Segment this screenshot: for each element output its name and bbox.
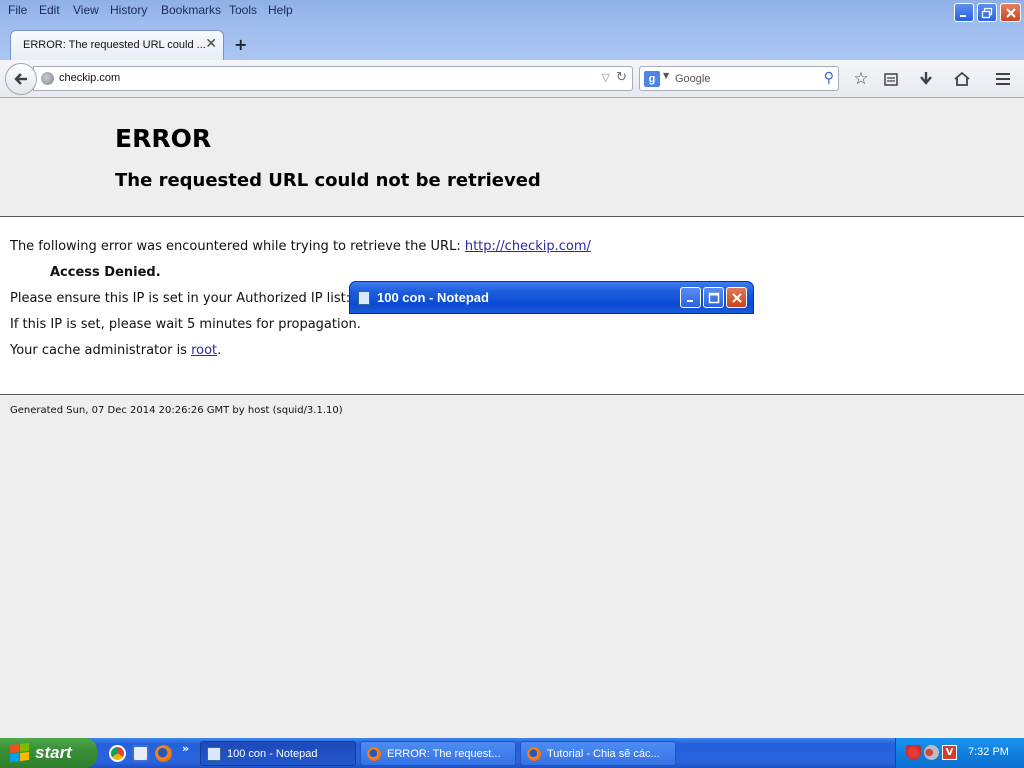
- page-content: ERROR The requested URL could not be ret…: [0, 98, 1024, 738]
- clipboard-icon: [884, 73, 898, 86]
- app-launcher-icon[interactable]: [132, 745, 149, 762]
- start-label: start: [35, 743, 72, 762]
- back-button[interactable]: [5, 63, 37, 95]
- house-icon: [954, 71, 970, 86]
- browser-chrome: File Edit View History Bookmarks Tools H…: [0, 0, 1024, 98]
- access-denied-text: Access Denied.: [50, 265, 161, 280]
- firefox-icon: [367, 746, 381, 761]
- url-text[interactable]: checkip.com: [59, 72, 120, 84]
- url-bar[interactable]: checkip.com ▽ ↻: [33, 66, 633, 91]
- globe-icon: [41, 72, 54, 85]
- notepad-maximize-button[interactable]: [703, 287, 724, 308]
- firefox-icon: [527, 746, 541, 761]
- propagation-text: If this IP is set, please wait 5 minutes…: [10, 317, 361, 332]
- taskbar-item-notepad[interactable]: 100 con - Notepad: [200, 741, 356, 766]
- new-tab-button[interactable]: +: [234, 35, 247, 54]
- taskbar-item-firefox-tutorial[interactable]: Tutorial - Chia sẽ các...: [520, 741, 676, 766]
- menu-edit[interactable]: Edit: [39, 3, 60, 17]
- start-button[interactable]: start: [0, 738, 97, 768]
- error-url-link[interactable]: http://checkip.com/: [465, 239, 591, 254]
- windows-logo-icon: [10, 743, 30, 763]
- taskbar-item-label: 100 con - Notepad: [227, 747, 318, 760]
- taskbar-item-label: Tutorial - Chia sẽ các...: [547, 747, 660, 760]
- navigation-toolbar: checkip.com ▽ ↻ g ▼ Google ⚲ ☆: [0, 60, 1024, 98]
- cache-admin-text: Your cache administrator is: [10, 343, 192, 358]
- clock[interactable]: 7:32 PM: [968, 746, 1009, 758]
- home-icon[interactable]: [951, 68, 973, 90]
- error-url-text: The following error was encountered whil…: [10, 239, 465, 254]
- taskbar-item-firefox-error[interactable]: ERROR: The request...: [360, 741, 516, 766]
- minimize-button[interactable]: [954, 3, 974, 22]
- page-subtitle: The requested URL could not be retrieved: [115, 170, 541, 191]
- menu-view[interactable]: View: [73, 3, 99, 17]
- cache-admin-link[interactable]: root: [191, 343, 217, 358]
- download-icon[interactable]: [915, 68, 937, 90]
- generated-footer: Generated Sun, 07 Dec 2014 20:26:26 GMT …: [10, 405, 343, 416]
- chevron-down-icon[interactable]: ▼: [663, 71, 669, 80]
- menu-tools[interactable]: Tools: [229, 3, 257, 17]
- back-arrow-icon: [14, 73, 27, 85]
- notepad-icon: [207, 746, 221, 761]
- restore-button[interactable]: [977, 3, 997, 22]
- notepad-window[interactable]: 100 con - Notepad: [349, 281, 754, 314]
- search-icon[interactable]: ⚲: [824, 70, 834, 86]
- notepad-minimize-button[interactable]: [680, 287, 701, 308]
- taskbar: start » 100 con - Notepad ERROR: The req…: [0, 738, 1024, 768]
- google-engine-icon[interactable]: g: [644, 71, 660, 87]
- url-dropdown-icon[interactable]: ▽: [602, 71, 610, 84]
- error-header: ERROR The requested URL could not be ret…: [0, 98, 1024, 217]
- close-icon: [731, 292, 742, 303]
- menu-help[interactable]: Help: [268, 3, 293, 17]
- minimize-icon: [960, 14, 966, 17]
- cache-admin-line: Your cache administrator is root.: [10, 343, 221, 358]
- minimize-icon: [686, 299, 693, 302]
- menu-file[interactable]: File: [8, 3, 27, 17]
- bookmarks-menu-icon[interactable]: [880, 68, 902, 90]
- search-input[interactable]: Google: [675, 73, 710, 85]
- network-icon[interactable]: [924, 745, 939, 760]
- notepad-close-button[interactable]: [726, 287, 747, 308]
- search-bar[interactable]: g ▼ Google ⚲: [639, 66, 839, 91]
- bookmark-star-icon[interactable]: ☆: [850, 68, 872, 90]
- reload-icon[interactable]: ↻: [616, 70, 627, 85]
- menu-lines-icon: [996, 73, 1010, 85]
- menu-bookmarks[interactable]: Bookmarks: [161, 3, 221, 17]
- tab-close-icon[interactable]: ✕: [205, 36, 217, 52]
- shield-icon[interactable]: [906, 745, 921, 760]
- system-tray: V 7:32 PM: [895, 738, 1024, 768]
- download-arrow-icon: [920, 72, 932, 85]
- firefox-icon[interactable]: [155, 745, 172, 762]
- authorized-ip-text: Please ensure this IP is set in your Aut…: [10, 291, 351, 306]
- cache-admin-suffix: .: [217, 343, 222, 358]
- notepad-title: 100 con - Notepad: [377, 290, 489, 305]
- tab-title: ERROR: The requested URL could ...: [23, 39, 206, 51]
- page-title: ERROR: [115, 124, 212, 153]
- antivirus-icon[interactable]: V: [942, 745, 957, 760]
- notepad-icon: [358, 291, 370, 305]
- restore-icon: [981, 7, 993, 18]
- quicklaunch-more-icon[interactable]: »: [182, 742, 189, 755]
- taskbar-item-label: ERROR: The request...: [387, 747, 501, 760]
- close-icon: [1005, 7, 1016, 18]
- chrome-icon[interactable]: [109, 745, 126, 762]
- close-window-button[interactable]: [1000, 3, 1021, 22]
- tab-active[interactable]: ERROR: The requested URL could ... ✕: [10, 30, 224, 60]
- menu-history[interactable]: History: [110, 3, 147, 17]
- maximize-icon: [708, 292, 719, 303]
- error-url-line: The following error was encountered whil…: [10, 239, 591, 254]
- menu-bar: File Edit View History Bookmarks Tools H…: [0, 0, 900, 22]
- hamburger-menu-icon[interactable]: [992, 68, 1014, 90]
